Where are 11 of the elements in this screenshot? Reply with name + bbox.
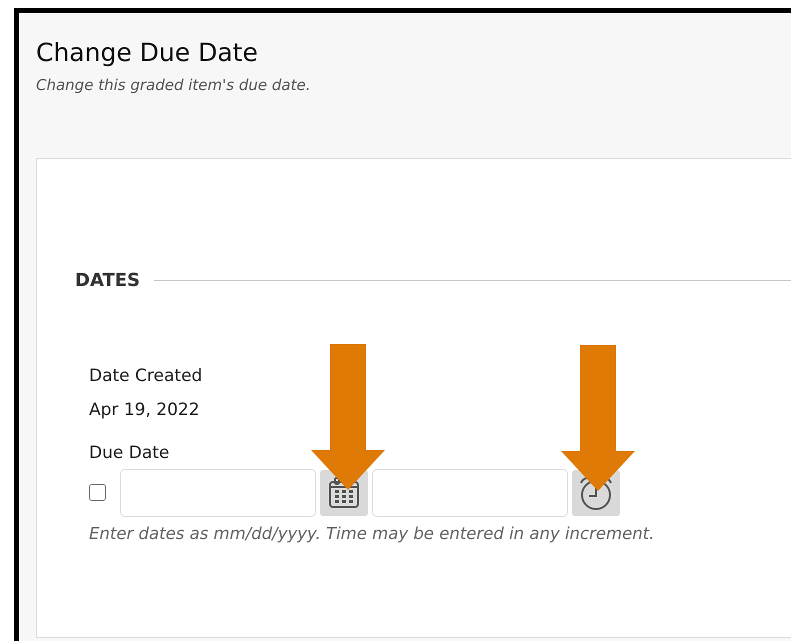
field-label: Due Date (89, 442, 170, 465)
section-heading: DATES (75, 269, 140, 293)
field-value: Apr 19, 2022 (89, 398, 201, 422)
page-title: Change Due Date (36, 37, 259, 69)
calendar-icon (327, 476, 361, 510)
time-field[interactable] (372, 468, 568, 516)
hint-text: Enter dates as mm/dd/yyyy. Time may be entered in any increment. (89, 522, 656, 544)
field-label: Date Created (89, 365, 204, 388)
date-field[interactable] (120, 468, 316, 516)
page-subtitle: Change this graded item's due date. (36, 74, 312, 96)
checkbox[interactable] (89, 484, 106, 501)
